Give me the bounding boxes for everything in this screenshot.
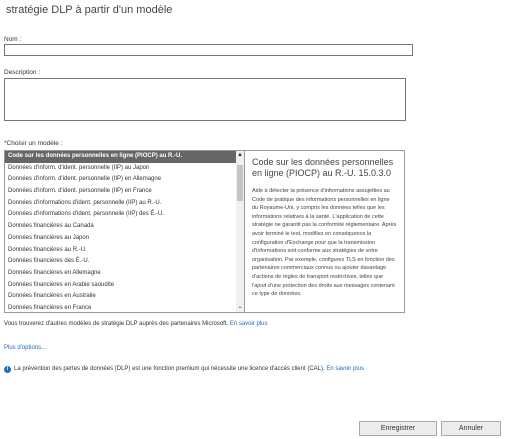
info-icon: i (4, 366, 11, 373)
template-list-item[interactable]: Données d'informations d'ident. personne… (5, 198, 244, 210)
name-field[interactable] (4, 44, 413, 56)
scrollbar-thumb[interactable] (237, 165, 243, 201)
chevron-up-icon[interactable]: ▲ (236, 151, 244, 160)
partner-learn-more-link[interactable]: En savoir plus (230, 321, 268, 327)
template-label: *Choisir un modèle : (4, 140, 63, 147)
name-label: Nom : (4, 36, 22, 43)
template-list-item[interactable]: Données financières en Allemagne (5, 268, 244, 280)
template-list-item[interactable]: Données d'informations d'ident. personne… (5, 209, 244, 221)
save-button[interactable]: Enregistrer (359, 421, 437, 436)
template-list-item[interactable]: Code sur les données personnelles en lig… (5, 151, 244, 163)
template-list-item[interactable]: Données d'inform. d'ident. personnelle (… (5, 163, 244, 175)
partner-note-text: Vous trouverez d'autres modèles de strat… (4, 321, 229, 327)
partner-note: Vous trouverez d'autres modèles de strat… (4, 321, 268, 327)
template-list-item[interactable]: Données financières en France (5, 303, 244, 312)
description-label: Description : (4, 69, 41, 76)
template-detail-panel: Code sur les données personnelles en lig… (245, 150, 405, 313)
cancel-button[interactable]: Annuler (441, 421, 501, 436)
template-detail-title: Code sur les données personnelles en lig… (252, 157, 394, 178)
template-list-item[interactable]: Données financières en Australie (5, 291, 244, 303)
more-options-link[interactable]: Plus d'options... (4, 345, 46, 351)
template-list-item[interactable]: Données d'inform. d'ident. personnelle (… (5, 186, 244, 198)
template-list-item[interactable]: Données financières au Canada (5, 221, 244, 233)
template-list[interactable]: Code sur les données personnelles en lig… (4, 150, 245, 313)
template-list-item[interactable]: Données financières au R.-U. (5, 245, 244, 257)
description-field[interactable] (4, 78, 406, 121)
dialog-title: stratégie DLP à partir d'un modèle (6, 4, 173, 16)
template-list-scrollbar[interactable]: ▲ ⌄ (236, 151, 244, 312)
template-detail-description: Aide à détecter la présence d'informatio… (252, 188, 397, 298)
template-list-item[interactable]: Données financières en Arabie saoudite (5, 280, 244, 292)
template-list-item[interactable]: Données financières des É.-U. (5, 256, 244, 268)
info-message: La prévention des pertes de données (DLP… (14, 366, 364, 372)
chevron-down-icon[interactable]: ⌄ (236, 303, 244, 312)
info-learn-more-link[interactable]: En savoir plus (326, 366, 364, 372)
template-list-item[interactable]: Données d'inform. d'ident. personnelle (… (5, 174, 244, 186)
info-message-text: La prévention des pertes de données (DLP… (14, 366, 325, 372)
template-list-item[interactable]: Données financières au Japon (5, 233, 244, 245)
